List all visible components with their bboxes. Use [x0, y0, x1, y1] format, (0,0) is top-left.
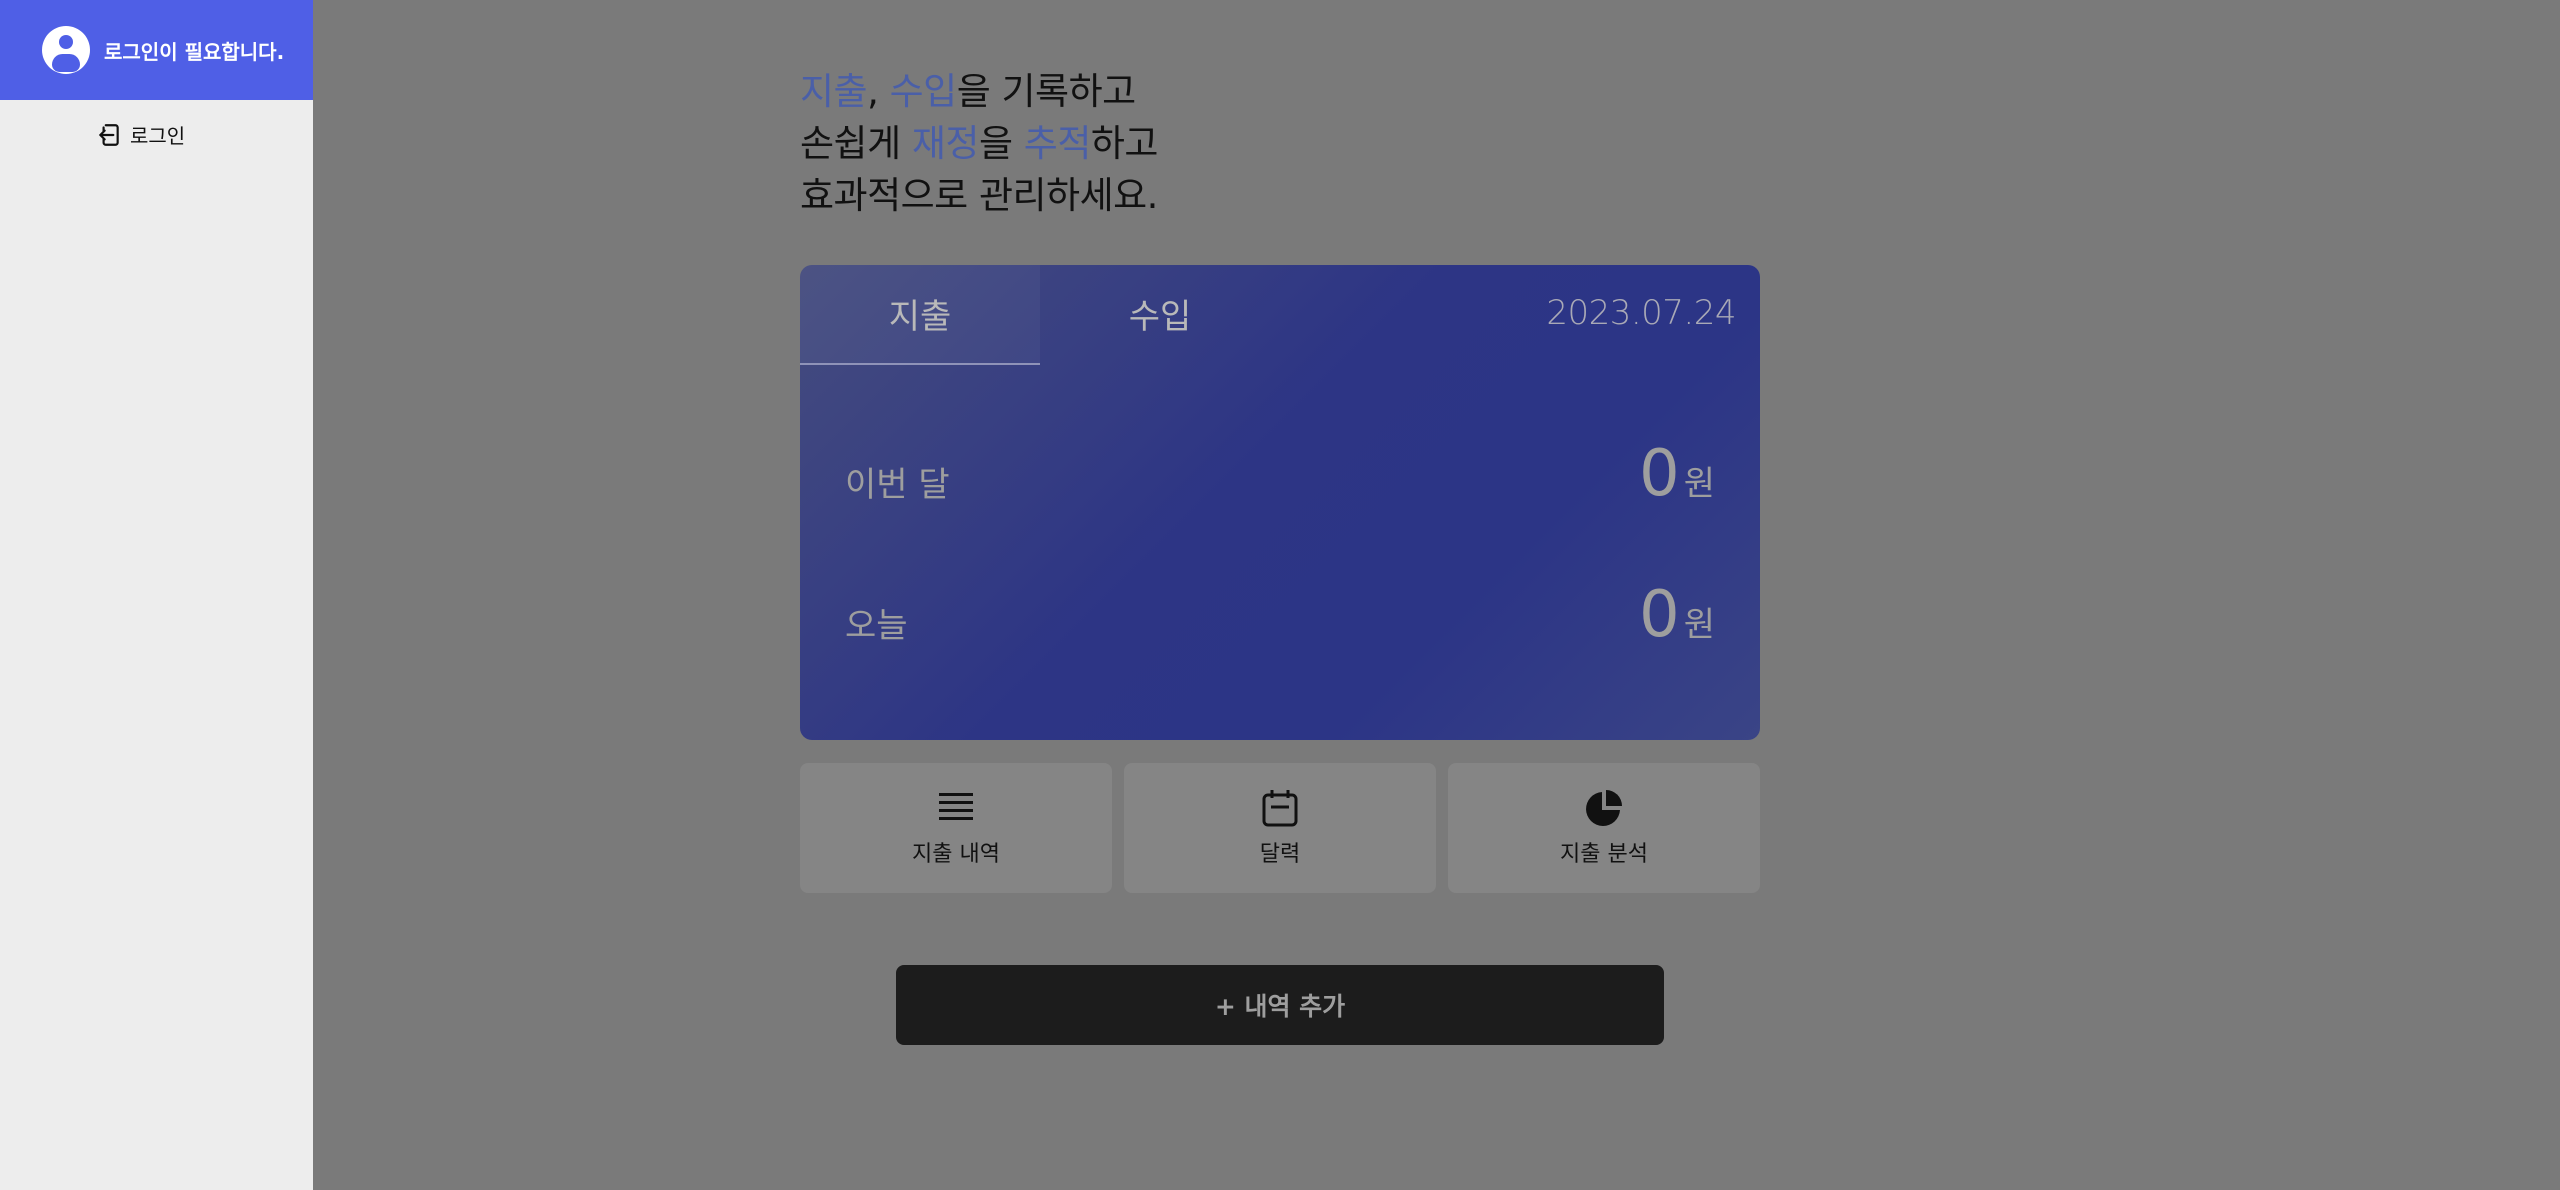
login-icon [99, 123, 119, 146]
tab-expense[interactable]: 지출 [800, 265, 1040, 365]
add-entry-button[interactable]: + 내역 추가 [896, 965, 1664, 1045]
login-needed-text: 로그인이 필요합니다. [104, 39, 285, 64]
headline-line-2: 손쉽게 재정을 추적하고 [800, 118, 1158, 170]
headline-text: 을 [978, 122, 1024, 165]
headline-text: 을 기록하고 [956, 70, 1136, 113]
month-label: 이번 달 [845, 465, 950, 505]
month-amount-unit: 원 [1683, 464, 1715, 504]
expense-analysis-button[interactable]: 지출 분석 [1448, 763, 1760, 893]
sidebar: 로그인이 필요합니다. 로그인 [0, 0, 313, 1190]
headline-text: 하고 [1090, 122, 1159, 165]
headline-text: , [867, 70, 890, 113]
calendar-icon [1262, 790, 1298, 827]
expense-history-button[interactable]: 지출 내역 [800, 763, 1112, 893]
headline-highlight: 재정 [911, 122, 980, 165]
headline-line-1: 지출, 수입을 기록하고 [800, 66, 1158, 118]
headline-highlight: 수입 [889, 70, 958, 113]
sidebar-header: 로그인이 필요합니다. [0, 0, 313, 100]
headline: 지출, 수입을 기록하고 손쉽게 재정을 추적하고 효과적으로 관리하세요. [800, 66, 1158, 222]
today-amount: 0 원 [1639, 578, 1715, 652]
calendar-button[interactable]: 달력 [1124, 763, 1436, 893]
today-amount-unit: 원 [1683, 605, 1715, 645]
expense-history-label: 지출 내역 [912, 842, 1000, 867]
current-date: 2023.07.24 [1546, 293, 1736, 333]
headline-highlight: 지출 [800, 70, 868, 113]
expense-analysis-label: 지출 분석 [1560, 842, 1648, 867]
list-icon [939, 793, 973, 820]
today-amount-value: 0 [1639, 578, 1680, 652]
tab-income[interactable]: 수입 [1040, 265, 1280, 365]
month-amount-value: 0 [1639, 437, 1680, 511]
headline-line-3: 효과적으로 관리하세요. [800, 174, 1158, 217]
user-avatar-icon [42, 26, 90, 74]
headline-highlight: 추적 [1023, 122, 1092, 165]
calendar-label: 달력 [1259, 842, 1301, 867]
month-amount: 0 원 [1639, 437, 1715, 511]
headline-text: 손쉽게 [800, 122, 912, 165]
summary-card: 지출 수입 2023.07.24 이번 달 0 원 오늘 0 원 [800, 265, 1760, 740]
login-menu-item[interactable]: 로그인 [96, 120, 185, 149]
today-label: 오늘 [845, 606, 908, 646]
pie-chart-icon [1586, 790, 1622, 826]
login-label: 로그인 [130, 124, 186, 148]
